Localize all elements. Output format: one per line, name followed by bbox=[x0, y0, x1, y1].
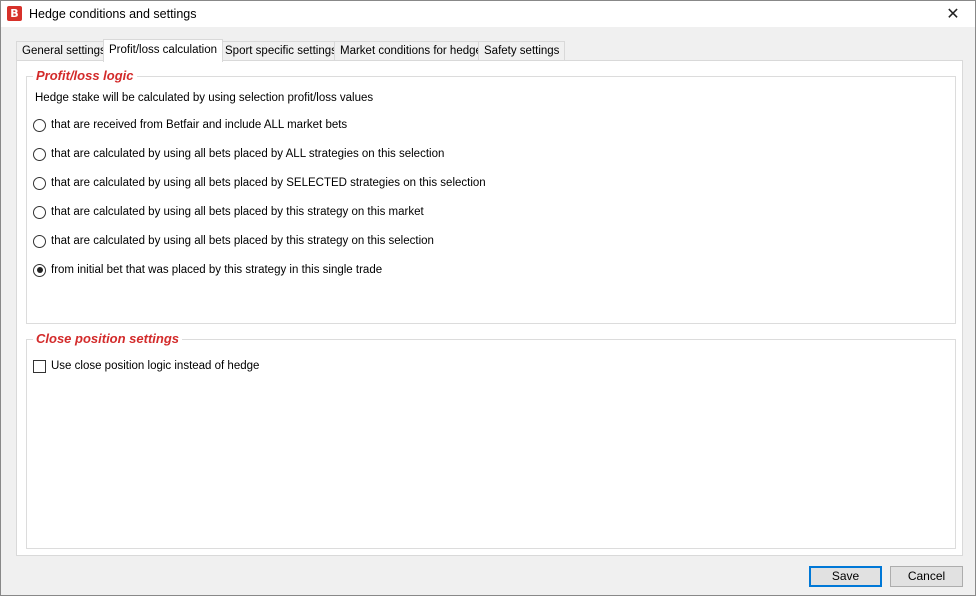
radio-label: that are received from Betfair and inclu… bbox=[51, 119, 348, 131]
cancel-button[interactable]: Cancel bbox=[890, 566, 963, 587]
radio-button-selected[interactable] bbox=[33, 263, 46, 277]
radio-label: that are calculated by using all bets pl… bbox=[51, 148, 445, 160]
close-window-button[interactable]: ✕ bbox=[931, 1, 975, 27]
profit-loss-description: Hedge stake will be calculated by using … bbox=[35, 92, 374, 104]
profit-loss-logic-group: Profit/loss logic Hedge stake will be ca… bbox=[26, 69, 956, 324]
tab-market-conditions-for-hedge[interactable]: Market conditions for hedge bbox=[334, 41, 488, 61]
radio-button[interactable] bbox=[33, 118, 46, 132]
tab-sport-specific-settings[interactable]: Sport specific settings bbox=[219, 41, 343, 61]
radio-option-betfair-all-market-bets[interactable]: that are received from Betfair and inclu… bbox=[33, 117, 347, 133]
dialog-window: B Hedge conditions and settings ✕ Genera… bbox=[0, 0, 976, 596]
radio-option-this-strategy-selection[interactable]: that are calculated by using all bets pl… bbox=[33, 233, 434, 249]
radio-button[interactable] bbox=[33, 147, 46, 161]
close-position-checkbox-label: Use close position logic instead of hedg… bbox=[51, 360, 260, 372]
radio-button[interactable] bbox=[33, 176, 46, 190]
save-button[interactable]: Save bbox=[809, 566, 882, 587]
radio-button[interactable] bbox=[33, 205, 46, 219]
radio-option-initial-bet-single-trade[interactable]: from initial bet that was placed by this… bbox=[33, 262, 382, 278]
close-position-checkbox-row[interactable]: Use close position logic instead of hedg… bbox=[33, 358, 259, 374]
tab-profit-loss-calculation[interactable]: Profit/loss calculation bbox=[103, 39, 224, 62]
radio-button[interactable] bbox=[33, 234, 46, 248]
title-bar[interactable]: B Hedge conditions and settings ✕ bbox=[1, 1, 975, 27]
radio-option-selected-strategies-selection[interactable]: that are calculated by using all bets pl… bbox=[33, 175, 486, 191]
radio-option-all-strategies-selection[interactable]: that are calculated by using all bets pl… bbox=[33, 146, 444, 162]
radio-label: that are calculated by using all bets pl… bbox=[51, 235, 434, 247]
profit-loss-logic-title: Profit/loss logic bbox=[33, 69, 137, 83]
window-title: Hedge conditions and settings bbox=[29, 7, 197, 21]
tab-panel: Profit/loss logic Hedge stake will be ca… bbox=[16, 60, 963, 556]
radio-label: that are calculated by using all bets pl… bbox=[51, 206, 424, 218]
radio-label: that are calculated by using all bets pl… bbox=[51, 177, 486, 189]
tab-general-settings[interactable]: General settings bbox=[16, 41, 112, 61]
radio-option-this-strategy-market[interactable]: that are calculated by using all bets pl… bbox=[33, 204, 424, 220]
radio-label: from initial bet that was placed by this… bbox=[51, 264, 383, 276]
close-position-checkbox[interactable] bbox=[33, 359, 46, 373]
tab-safety-settings[interactable]: Safety settings bbox=[478, 41, 566, 61]
close-position-settings-title: Close position settings bbox=[33, 332, 183, 346]
close-position-settings-group: Close position settings Use close positi… bbox=[26, 332, 956, 549]
app-logo-icon: B bbox=[7, 6, 22, 21]
